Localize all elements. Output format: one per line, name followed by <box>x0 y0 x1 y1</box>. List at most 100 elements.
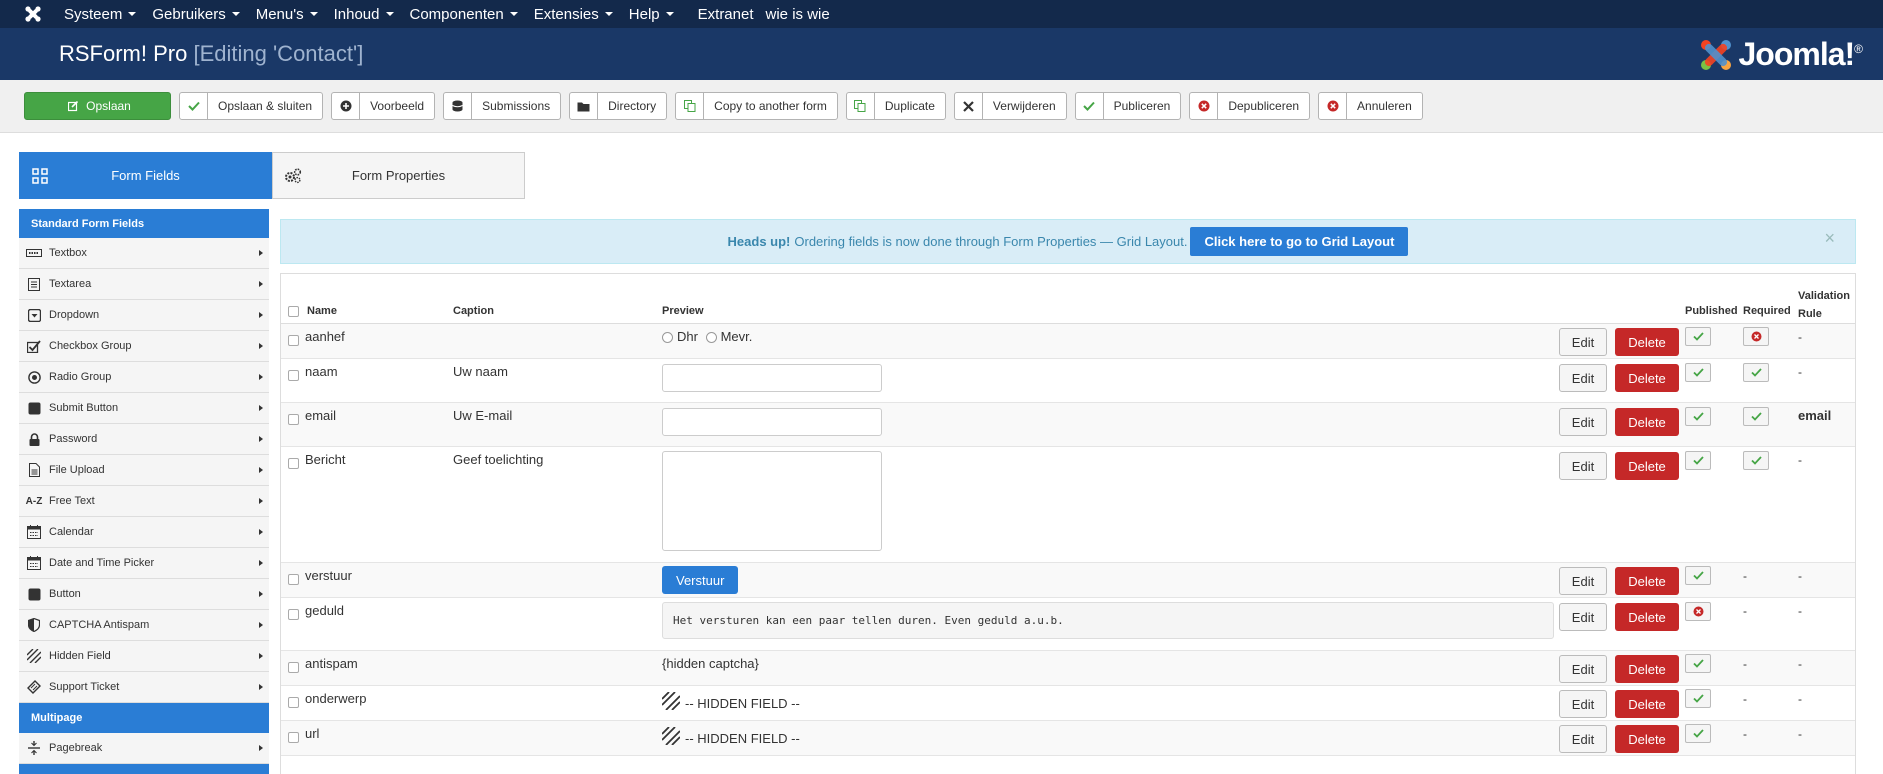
menu-gebruikers[interactable]: Gebruikers <box>152 6 240 23</box>
required-check-icon[interactable] <box>1743 363 1769 382</box>
menu-wie-is-wie[interactable]: wie is wie <box>766 6 830 23</box>
delete-field-button[interactable]: Delete <box>1615 364 1679 392</box>
header-published: Published <box>1685 305 1738 317</box>
sidebar-item-button[interactable]: Button <box>19 579 269 610</box>
published-check-icon[interactable] <box>1685 451 1711 470</box>
delete-field-button[interactable]: Delete <box>1615 725 1679 753</box>
tab-form-fields[interactable]: Form Fields <box>19 152 272 199</box>
select-all-checkbox[interactable] <box>288 306 299 317</box>
sidebar-item-password[interactable]: Password <box>19 424 269 455</box>
sidebar-item-submit-button[interactable]: Submit Button <box>19 393 269 424</box>
grid-layout-button[interactable]: Click here to go to Grid Layout <box>1190 227 1409 256</box>
sidebar-item-file-upload[interactable]: File Upload <box>19 455 269 486</box>
published-check-icon[interactable] <box>1685 327 1711 346</box>
row-checkbox[interactable] <box>288 335 299 346</box>
cancel-button[interactable]: Annuleren <box>1318 92 1423 120</box>
edit-button[interactable]: Edit <box>1559 364 1607 392</box>
sidebar-item-date-time-picker[interactable]: Date and Time Picker <box>19 548 269 579</box>
edit-button[interactable]: Edit <box>1559 408 1607 436</box>
menu-inhoud[interactable]: Inhoud <box>334 6 394 23</box>
edit-button[interactable]: Edit <box>1559 452 1607 480</box>
duplicate-button[interactable]: Duplicate <box>845 92 946 120</box>
copy-to-form-button[interactable]: Copy to another form <box>675 92 838 120</box>
sidebar-item-textbox[interactable]: Textbox <box>19 238 269 269</box>
folder-icon <box>570 93 599 119</box>
delete-field-button[interactable]: Delete <box>1615 452 1679 480</box>
published-check-icon[interactable] <box>1685 566 1711 585</box>
sidebar-item-checkbox-group[interactable]: Checkbox Group <box>19 331 269 362</box>
row-checkbox[interactable] <box>288 370 299 381</box>
row-checkbox[interactable] <box>288 458 299 469</box>
submissions-button[interactable]: Submissions <box>443 92 562 120</box>
caret-down-icon <box>509 12 518 16</box>
validation-rule: - <box>1798 569 1802 583</box>
sidebar-item-free-text[interactable]: A-Z Free Text <box>19 486 269 517</box>
edit-button[interactable]: Edit <box>1559 328 1607 356</box>
close-icon[interactable]: × <box>1824 228 1835 249</box>
copy-icon <box>847 93 875 119</box>
sidebar-item-textarea[interactable]: Textarea <box>19 269 269 300</box>
joomla-logo-icon[interactable] <box>20 1 46 27</box>
preview-textarea <box>662 451 882 551</box>
delete-field-button[interactable]: Delete <box>1615 603 1679 631</box>
caret-down-icon <box>665 12 674 16</box>
row-checkbox[interactable] <box>288 697 299 708</box>
header-preview: Preview <box>662 305 704 317</box>
row-checkbox[interactable] <box>288 609 299 620</box>
caret-down-icon <box>604 12 613 16</box>
directory-button[interactable]: Directory <box>569 92 668 120</box>
delete-field-button[interactable]: Delete <box>1615 567 1679 595</box>
edit-button[interactable]: Edit <box>1559 567 1607 595</box>
edit-button[interactable]: Edit <box>1559 725 1607 753</box>
chevron-right-icon <box>259 312 263 318</box>
sidebar-item-radio-group[interactable]: Radio Group <box>19 362 269 393</box>
delete-field-button[interactable]: Delete <box>1615 655 1679 683</box>
delete-field-button[interactable]: Delete <box>1615 328 1679 356</box>
required-value: - <box>1743 657 1747 671</box>
required-check-icon[interactable] <box>1743 451 1769 470</box>
published-check-icon[interactable] <box>1685 654 1711 673</box>
tab-form-properties[interactable]: Form Properties <box>272 152 525 199</box>
published-check-icon[interactable] <box>1685 363 1711 382</box>
hidden-field-icon <box>662 726 680 745</box>
row-checkbox[interactable] <box>288 732 299 743</box>
published-check-icon[interactable] <box>1685 689 1711 708</box>
menu-systeem[interactable]: Systeem <box>64 6 137 23</box>
menu-help[interactable]: Help <box>629 6 674 23</box>
delete-button[interactable]: Verwijderen <box>953 92 1067 120</box>
gears-icon <box>273 167 313 184</box>
delete-field-button[interactable]: Delete <box>1615 690 1679 718</box>
sidebar-item-hidden-field[interactable]: Hidden Field <box>19 641 269 672</box>
edit-button[interactable]: Edit <box>1559 603 1607 631</box>
preview-button[interactable]: Voorbeeld <box>331 92 436 120</box>
unpublish-button[interactable]: Depubliceren <box>1189 92 1311 120</box>
hidden-field-icon <box>662 691 680 710</box>
menu-componenten[interactable]: Componenten <box>410 6 518 23</box>
save-button[interactable]: Opslaan <box>24 92 171 120</box>
menu-menus[interactable]: Menu's <box>256 6 318 23</box>
sidebar-item-calendar[interactable]: Calendar <box>19 517 269 548</box>
sidebar-item-dropdown[interactable]: Dropdown <box>19 300 269 331</box>
publish-button[interactable]: Publiceren <box>1074 92 1182 120</box>
preview-submit-button: Verstuur <box>662 566 739 594</box>
preview-captcha-text: {hidden captcha} <box>662 656 759 671</box>
row-checkbox[interactable] <box>288 414 299 425</box>
required-x-icon[interactable] <box>1743 327 1769 346</box>
edit-button[interactable]: Edit <box>1559 690 1607 718</box>
published-check-icon[interactable] <box>1685 724 1711 743</box>
required-check-icon[interactable] <box>1743 407 1769 426</box>
published-check-icon[interactable] <box>1685 407 1711 426</box>
lock-icon <box>19 432 49 446</box>
row-checkbox[interactable] <box>288 662 299 673</box>
sidebar-item-pagebreak[interactable]: Pagebreak <box>19 733 269 764</box>
save-close-button[interactable]: Opslaan & sluiten <box>179 92 324 120</box>
sidebar-item-captcha[interactable]: CAPTCHA Antispam <box>19 610 269 641</box>
required-value: - <box>1743 569 1747 583</box>
published-x-icon[interactable] <box>1685 602 1711 621</box>
delete-field-button[interactable]: Delete <box>1615 408 1679 436</box>
edit-button[interactable]: Edit <box>1559 655 1607 683</box>
row-checkbox[interactable] <box>288 574 299 585</box>
sidebar-item-support-ticket[interactable]: Support Ticket <box>19 672 269 703</box>
menu-extranet[interactable]: Extranet <box>698 6 754 23</box>
menu-extensies[interactable]: Extensies <box>534 6 613 23</box>
